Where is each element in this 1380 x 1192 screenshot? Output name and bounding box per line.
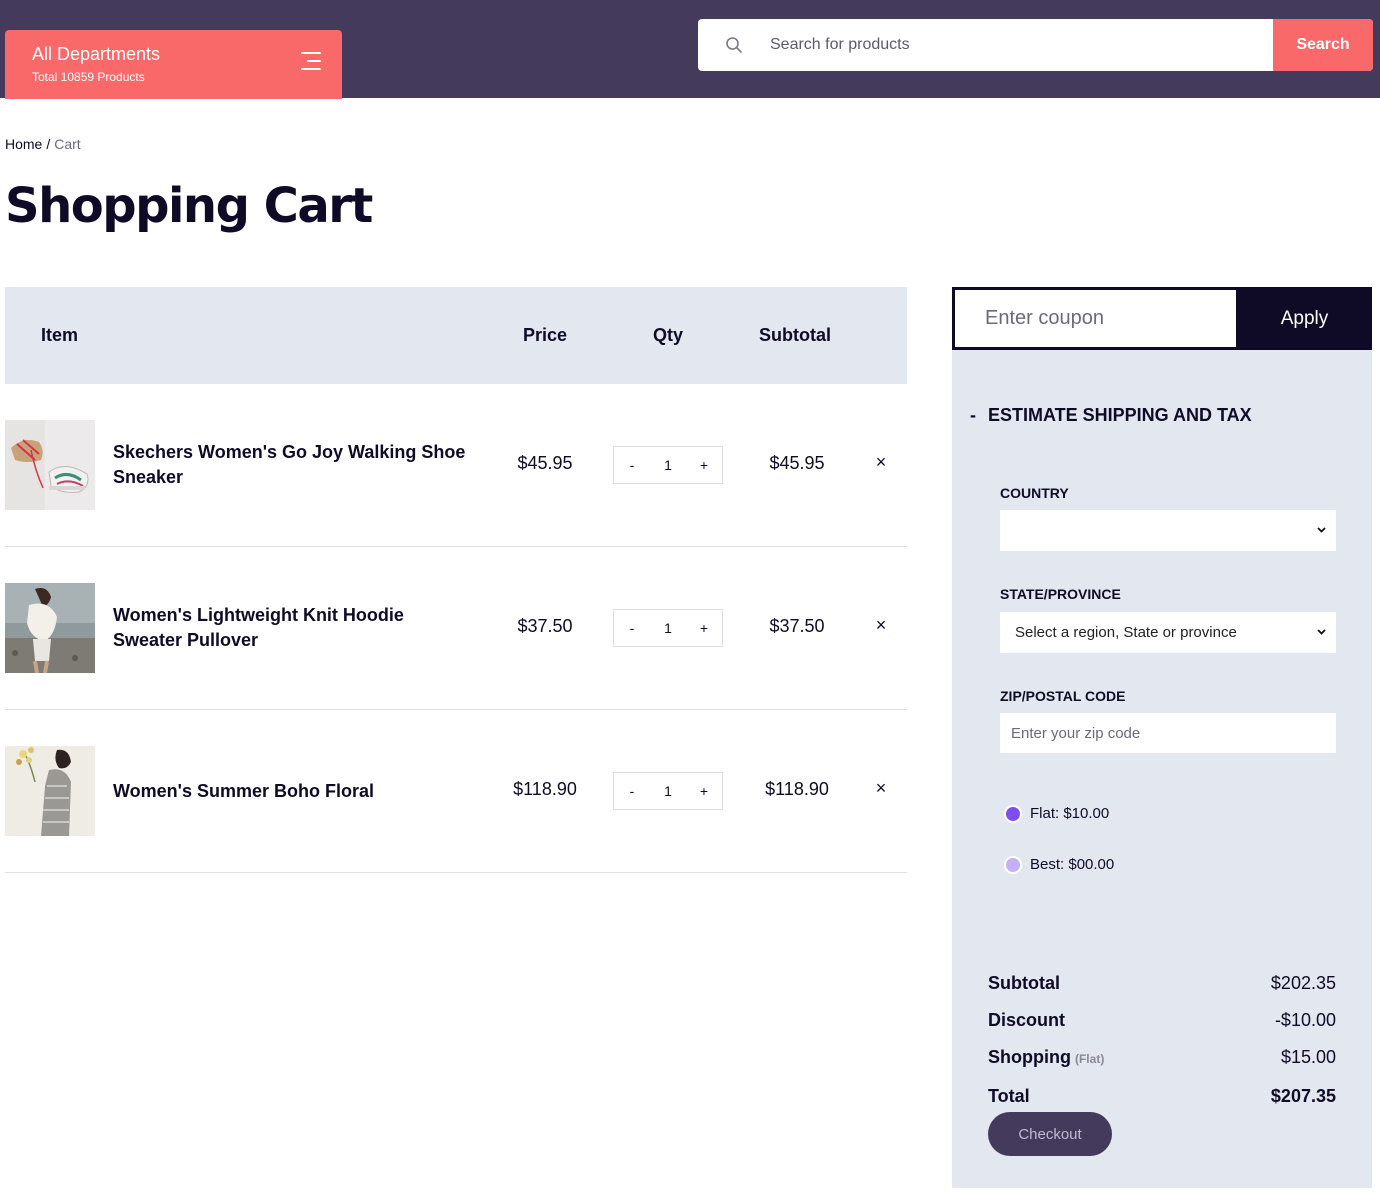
breadcrumb-current: Cart — [54, 136, 81, 152]
chevron-down-icon — [1317, 527, 1326, 533]
zip-code-input[interactable] — [1000, 713, 1336, 753]
radio-button-selected[interactable] — [1004, 805, 1022, 823]
remove-item-button[interactable]: × — [871, 778, 891, 799]
total-label: Total — [988, 1086, 1030, 1106]
product-name[interactable]: Skechers Women's Go Joy Walking Shoe Sne… — [113, 440, 473, 490]
chevron-down-icon — [1317, 629, 1326, 635]
coupon-input[interactable] — [952, 287, 1239, 350]
zip-label: ZIP/POSTAL CODE — [1000, 688, 1126, 704]
hamburger-menu-icon[interactable] — [301, 52, 321, 70]
shipping-method-note: (Flat) — [1074, 1052, 1105, 1066]
country-label: COUNTRY — [1000, 485, 1069, 501]
quantity-decrease-button[interactable]: - — [614, 447, 650, 483]
breadcrumb-separator: / — [46, 136, 51, 152]
order-summary-panel: - ESTIMATE SHIPPING AND TAX COUNTRY STATE… — [952, 350, 1372, 1188]
quantity-stepper: - 1 + — [613, 446, 723, 484]
coupon-form: Apply — [952, 287, 1372, 350]
row-subtotal: $118.90 — [765, 779, 829, 799]
row-subtotal: $37.50 — [769, 616, 825, 636]
cart-row: Women's Summer Boho Floral $118.90 - 1 +… — [5, 710, 907, 873]
state-label: STATE/PROVINCE — [1000, 586, 1121, 602]
state-select[interactable]: Select a region, State or province — [1000, 612, 1336, 653]
breadcrumb-home-link[interactable]: Home — [5, 136, 42, 152]
shipping-cost-label: Shopping — [988, 1047, 1071, 1067]
column-header-price: Price — [523, 325, 568, 345]
subtotal-label: Subtotal — [988, 973, 1060, 993]
shipping-option-label: Best: $00.00 — [1030, 856, 1115, 873]
product-price: $118.90 — [513, 779, 577, 799]
quantity-increase-button[interactable]: + — [686, 610, 722, 646]
product-image-boho-dress[interactable] — [5, 746, 95, 836]
row-subtotal: $45.95 — [769, 453, 825, 473]
product-price: $37.50 — [517, 616, 573, 636]
quantity-value[interactable]: 1 — [650, 773, 686, 809]
quantity-value[interactable]: 1 — [650, 610, 686, 646]
search-button[interactable]: Search — [1273, 19, 1373, 71]
quantity-stepper: - 1 + — [613, 772, 723, 810]
country-select[interactable] — [1000, 510, 1336, 551]
quantity-value[interactable]: 1 — [650, 447, 686, 483]
column-header-subtotal: Subtotal — [759, 325, 831, 345]
estimate-shipping-title: ESTIMATE SHIPPING AND TAX — [988, 405, 1252, 425]
remove-item-button[interactable]: × — [871, 452, 891, 473]
collapse-toggle[interactable]: - — [970, 405, 976, 425]
all-departments-button[interactable]: All Departments Total 10859 Products — [5, 30, 342, 99]
search-icon — [726, 37, 742, 53]
discount-label: Discount — [988, 1010, 1066, 1030]
cart-row: Skechers Women's Go Joy Walking Shoe Sne… — [5, 384, 907, 547]
quantity-decrease-button[interactable]: - — [614, 610, 650, 646]
departments-title: All Departments — [32, 44, 161, 64]
shipping-option-label: Flat: $10.00 — [1030, 805, 1110, 822]
breadcrumb: Home / Cart — [5, 136, 81, 152]
cart-table-header: Item Price Qty Subtotal — [5, 287, 907, 384]
discount-value: -$10.00 — [1274, 1010, 1336, 1030]
radio-button[interactable] — [1004, 856, 1022, 874]
subtotal-value: $202.35 — [1270, 973, 1336, 993]
estimate-shipping-toggle[interactable]: - ESTIMATE SHIPPING AND TAX — [970, 405, 1252, 426]
remove-item-button[interactable]: × — [871, 615, 891, 636]
product-image-sneaker[interactable] — [5, 420, 95, 510]
cart-row: Women's Lightweight Knit Hoodie Sweater … — [5, 547, 907, 710]
top-bar: All Departments Total 10859 Products Sea… — [0, 0, 1380, 99]
search-input[interactable] — [758, 19, 1268, 71]
quantity-stepper: - 1 + — [613, 609, 723, 647]
quantity-increase-button[interactable]: + — [686, 447, 722, 483]
search-bar: Search — [698, 19, 1373, 71]
product-price: $45.95 — [517, 453, 573, 473]
departments-product-count: Total 10859 Products — [32, 70, 145, 84]
checkout-button[interactable]: Checkout — [988, 1112, 1112, 1156]
state-select-value: Select a region, State or province — [1015, 624, 1237, 641]
product-name[interactable]: Women's Lightweight Knit Hoodie Sweater … — [113, 603, 473, 653]
shipping-cost-value: $15.00 — [1280, 1047, 1336, 1067]
column-header-item: Item — [41, 325, 79, 345]
quantity-increase-button[interactable]: + — [686, 773, 722, 809]
column-header-qty: Qty — [653, 325, 684, 345]
quantity-decrease-button[interactable]: - — [614, 773, 650, 809]
product-name[interactable]: Women's Summer Boho Floral — [113, 779, 473, 804]
page-title: Shopping Cart — [5, 178, 373, 234]
total-value: $207.35 — [1270, 1086, 1336, 1106]
product-image-hoodie[interactable] — [5, 583, 95, 673]
apply-coupon-button[interactable]: Apply — [1237, 287, 1372, 350]
